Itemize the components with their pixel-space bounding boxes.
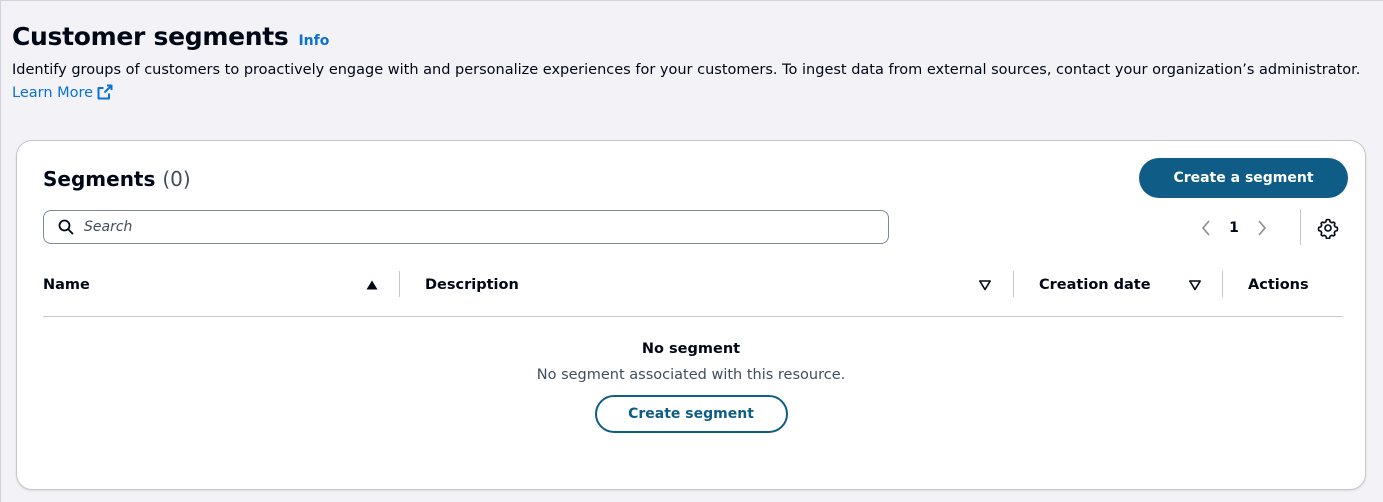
page-title: Customer segments <box>12 22 289 51</box>
create-a-segment-button[interactable]: Create a segment <box>1139 158 1348 198</box>
segments-count: (0) <box>162 167 191 191</box>
panel-title: Segments (0) <box>43 167 191 191</box>
learn-more-label: Learn More <box>12 85 94 101</box>
sort-descending-icon[interactable] <box>1188 278 1202 292</box>
gear-icon[interactable] <box>1317 217 1339 239</box>
panel-title-text: Segments <box>43 167 156 191</box>
pagination-divider <box>1300 209 1301 245</box>
table-header: Name Description Creation date Actions <box>43 269 1343 317</box>
create-segment-button[interactable]: Create segment <box>594 395 788 433</box>
empty-state: No segment No segment associated with th… <box>17 341 1365 433</box>
column-header-actions: Actions <box>1248 269 1309 301</box>
search-box <box>43 210 889 244</box>
pagination-prev-button[interactable] <box>1193 215 1219 241</box>
segments-panel: Segments (0) Create a segment 1 Name Des… <box>16 140 1366 490</box>
learn-more-link[interactable]: Learn More <box>12 84 113 101</box>
search-icon <box>58 219 74 235</box>
pagination-next-button[interactable] <box>1249 215 1275 241</box>
page-header: Customer segments Info Identify groups o… <box>12 22 1372 105</box>
chevron-left-icon <box>1201 220 1210 236</box>
chevron-right-icon <box>1258 220 1267 236</box>
info-link[interactable]: Info <box>298 33 329 49</box>
column-divider <box>1222 271 1223 297</box>
title-row: Customer segments Info <box>12 22 1372 51</box>
search-input[interactable] <box>84 219 888 235</box>
page-description: Identify groups of customers to proactiv… <box>12 59 1372 105</box>
column-creation-date-label: Creation date <box>1039 277 1151 293</box>
sort-ascending-icon[interactable] <box>365 278 379 292</box>
empty-state-description: No segment associated with this resource… <box>536 367 846 383</box>
column-header-description[interactable]: Description <box>425 269 519 301</box>
column-description-label: Description <box>425 277 519 293</box>
sort-descending-icon[interactable] <box>978 278 992 292</box>
column-actions-label: Actions <box>1248 277 1309 293</box>
empty-state-title: No segment <box>641 341 741 357</box>
column-divider <box>1013 271 1014 297</box>
external-link-icon <box>97 84 113 100</box>
column-header-creation-date[interactable]: Creation date <box>1039 269 1151 301</box>
pagination-page-1[interactable]: 1 <box>1219 220 1249 236</box>
page-description-text: Identify groups of customers to proactiv… <box>12 62 1361 78</box>
column-divider <box>399 271 400 297</box>
pagination: 1 <box>1193 215 1275 241</box>
column-header-name[interactable]: Name <box>43 269 90 301</box>
column-name-label: Name <box>43 277 90 293</box>
